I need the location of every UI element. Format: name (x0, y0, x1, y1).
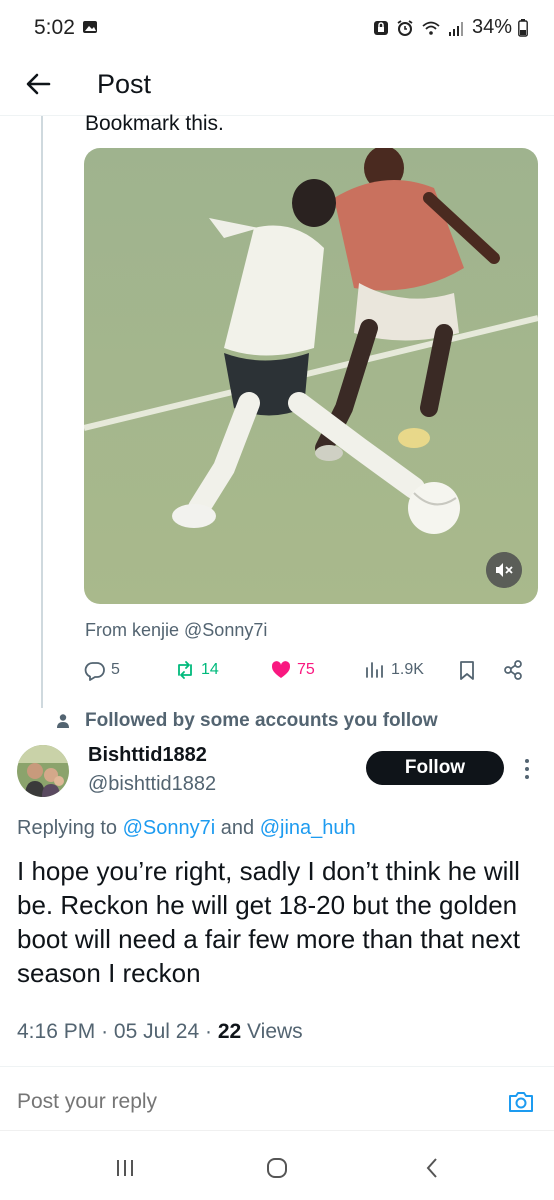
bookmark-icon (460, 661, 474, 680)
post-actions: 5 14 75 1.9K (84, 656, 534, 686)
replying-to-line: Replying to @Sonny7i and @jina_huh (17, 817, 356, 840)
views-action[interactable]: 1.9K (364, 656, 424, 684)
like-action[interactable]: 75 (270, 656, 315, 684)
person-icon (57, 714, 69, 728)
image-icon (83, 21, 97, 33)
header: Post (0, 58, 554, 116)
meta-separator: · (204, 1020, 212, 1043)
post-date: 05 Jul 24 (113, 1020, 200, 1043)
system-nav-bar (0, 1130, 554, 1200)
followed-by-notice: Followed by some accounts you follow (55, 710, 438, 732)
status-bar: 5:02 34% (0, 0, 554, 58)
reply-count: 5 (111, 661, 120, 678)
follow-button[interactable]: Follow (366, 751, 504, 785)
battery-icon (518, 18, 528, 37)
video-thumbnail (84, 148, 538, 604)
author-handle[interactable]: @bishttid1882 (88, 773, 216, 796)
like-count: 75 (297, 661, 315, 678)
post-views-count: 22 (217, 1020, 242, 1043)
mention-link-1[interactable]: @Sonny7i (123, 817, 216, 839)
mention-link-2[interactable]: @jina_huh (260, 817, 356, 839)
author-name[interactable]: Bishttid1882 (88, 744, 207, 767)
post-meta: 4:16 PM · 05 Jul 24 · 22 Views (17, 1020, 303, 1044)
share-action[interactable] (502, 656, 524, 684)
back-nav-icon[interactable] (418, 1153, 448, 1183)
post-views-label: Views (247, 1020, 303, 1043)
wifi-icon (422, 21, 440, 35)
status-icons: 34% (372, 16, 528, 39)
reply-icon (84, 662, 105, 681)
lock-icon (373, 20, 388, 35)
repost-count: 14 (201, 661, 219, 678)
reply-action[interactable]: 5 (84, 656, 120, 684)
arrow-left-icon[interactable] (24, 70, 52, 98)
share-icon (504, 660, 522, 680)
status-time: 5:02 (34, 16, 75, 39)
meta-separator: · (101, 1020, 109, 1043)
repost-action[interactable]: 14 (174, 656, 219, 684)
bar-chart-icon (366, 662, 383, 678)
recent-apps-icon[interactable] (110, 1153, 140, 1183)
thread-line-end (41, 688, 43, 708)
camera-icon[interactable] (506, 1087, 536, 1117)
heart-icon (271, 661, 291, 678)
divider (0, 1066, 554, 1067)
views-count: 1.9K (391, 661, 424, 678)
video-media[interactable] (84, 148, 538, 604)
more-options-icon[interactable] (522, 756, 532, 782)
signal-icon (448, 21, 463, 36)
mute-icon[interactable] (486, 552, 522, 588)
post-time: 4:16 PM (17, 1020, 96, 1043)
followed-by-text: Followed by some accounts you follow (85, 710, 438, 731)
avatar[interactable] (17, 745, 69, 797)
replying-to-and: and (220, 817, 255, 839)
video-source-line[interactable]: From kenjie @Sonny7i (85, 620, 267, 641)
avatar-image (17, 745, 69, 797)
replying-to-prefix: Replying to (17, 817, 118, 839)
page-title: Post (97, 69, 152, 99)
home-icon[interactable] (262, 1153, 292, 1183)
alarm-icon (397, 19, 413, 36)
post-body: I hope you’re right, sadly I don’t think… (17, 856, 520, 988)
battery-percent: 34% (471, 16, 512, 38)
bookmark-action[interactable] (456, 656, 478, 684)
repost-icon (178, 661, 192, 679)
reply-input[interactable] (17, 1090, 477, 1114)
thread-line (41, 116, 43, 688)
quoted-post-text: Bookmark this. (85, 112, 224, 135)
